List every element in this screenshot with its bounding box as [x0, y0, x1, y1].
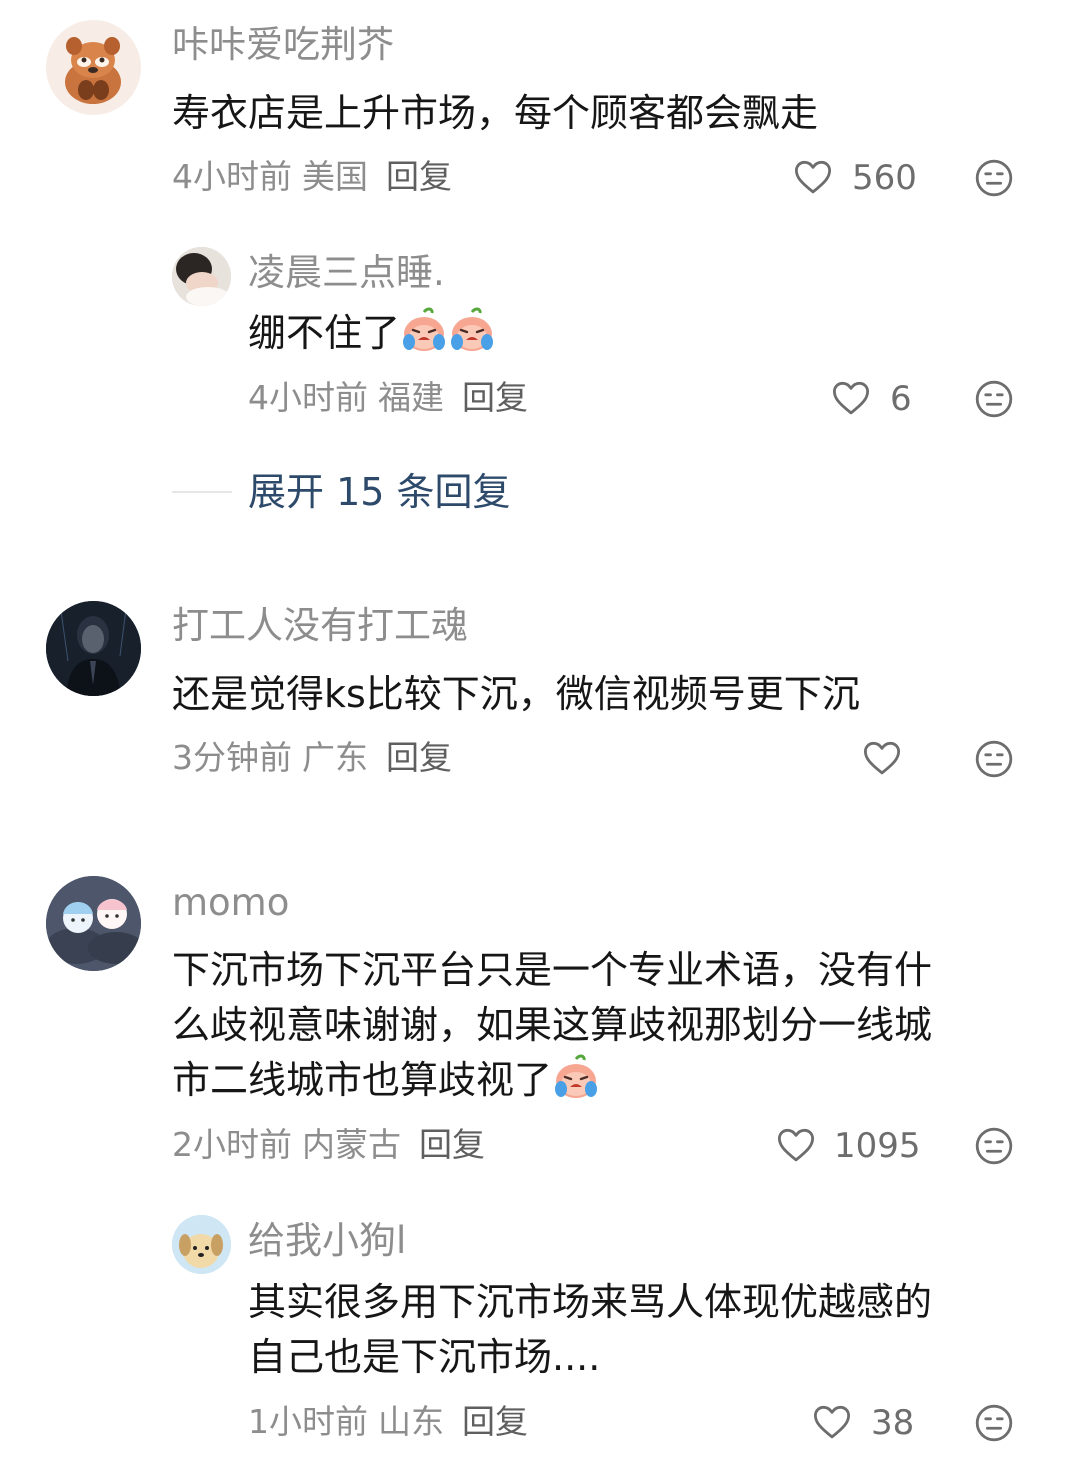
heart-outline-icon: [863, 741, 901, 775]
comment-text-line: 么歧视意味谢谢，如果这算歧视那划分一线城: [172, 1003, 933, 1047]
meh-face-icon: [975, 740, 1013, 778]
dislike-button[interactable]: [973, 1125, 1015, 1167]
dislike-button[interactable]: [973, 738, 1015, 780]
heart-outline-icon: [777, 1128, 815, 1162]
comment-meta: 2小时前 内蒙古 回复: [172, 1128, 485, 1161]
avatar[interactable]: [172, 1215, 231, 1274]
comment-time: 3分钟前: [172, 738, 292, 777]
reply-button[interactable]: 回复: [419, 1125, 485, 1164]
like-count: 1095: [834, 1126, 921, 1166]
reply-time: 1小时前: [248, 1402, 368, 1441]
reply-text-content: 绷不住了: [248, 311, 401, 355]
avatar[interactable]: [172, 247, 231, 306]
avatar[interactable]: [46, 601, 141, 696]
crying-peach-emoji: [448, 306, 496, 369]
dislike-button[interactable]: [973, 157, 1015, 199]
reply-text: 绷不住了: [248, 306, 496, 369]
crying-peach-emoji: [400, 306, 448, 369]
like-button[interactable]: [861, 737, 903, 779]
reply-text: 其实很多用下沉市场来骂人体现优越感的 自己也是下沉市场....: [248, 1275, 1048, 1385]
like-count: 6: [890, 379, 912, 419]
like-count: 560: [852, 158, 917, 198]
meh-face-icon: [975, 159, 1013, 197]
reply-button[interactable]: 回复: [386, 157, 452, 196]
reply-button[interactable]: 回复: [386, 738, 452, 777]
reply-location: 山东: [378, 1402, 444, 1441]
comment-meta: 4小时前 美国 回复: [172, 160, 452, 193]
reply-button[interactable]: 回复: [462, 378, 528, 417]
reply-location: 福建: [378, 378, 444, 417]
comment-text-line: 下沉市场下沉平台只是一个专业术语，没有什: [172, 948, 933, 992]
expand-divider: [172, 491, 232, 493]
avatar[interactable]: [46, 876, 141, 971]
like-button[interactable]: [811, 1401, 853, 1443]
avatar[interactable]: [46, 20, 141, 115]
meh-face-icon: [975, 380, 1013, 418]
reply-text-line: 自己也是下沉市场....: [248, 1335, 601, 1379]
comment-meta: 3分钟前 广东 回复: [172, 741, 452, 774]
reply-username[interactable]: 凌晨三点睡.: [248, 254, 445, 291]
comment-location: 广东: [302, 738, 368, 777]
comment-time: 2小时前: [172, 1125, 292, 1164]
like-button[interactable]: [792, 156, 834, 198]
comment-location: 内蒙古: [302, 1125, 401, 1164]
reply-button[interactable]: 回复: [462, 1402, 528, 1441]
heart-outline-icon: [813, 1405, 851, 1439]
comment-username[interactable]: 打工人没有打工魂: [172, 607, 468, 644]
reply-username[interactable]: 给我小狗l: [248, 1222, 406, 1259]
dislike-button[interactable]: [973, 378, 1015, 420]
reply-meta: 4小时前 福建 回复: [248, 381, 528, 414]
comment-username[interactable]: 咔咔爱吃荆芥: [172, 26, 394, 63]
comment-text: 下沉市场下沉平台只是一个专业术语，没有什 么歧视意味谢谢，如果这算歧视那划分一线…: [172, 943, 1052, 1116]
crying-peach-emoji: [552, 1053, 600, 1116]
reply-meta: 1小时前 山东 回复: [248, 1405, 528, 1438]
reply-text-line: 其实很多用下沉市场来骂人体现优越感的: [248, 1280, 933, 1324]
expand-replies-button[interactable]: 展开 15 条回复: [248, 473, 511, 511]
heart-outline-icon: [832, 381, 870, 415]
comment-text: 寿衣店是上升市场，每个顾客都会飘走: [172, 91, 819, 135]
comment-time: 4小时前: [172, 157, 292, 196]
meh-face-icon: [975, 1127, 1013, 1165]
comment-location: 美国: [302, 157, 368, 196]
heart-outline-icon: [794, 160, 832, 194]
comment-text: 还是觉得ks比较下沉，微信视频号更下沉: [172, 672, 860, 716]
comment-username[interactable]: momo: [172, 884, 289, 921]
meh-face-icon: [975, 1404, 1013, 1442]
like-button[interactable]: [775, 1124, 817, 1166]
like-count: 38: [871, 1403, 915, 1443]
dislike-button[interactable]: [973, 1402, 1015, 1444]
reply-time: 4小时前: [248, 378, 368, 417]
like-button[interactable]: [830, 377, 872, 419]
comment-text-line: 市二线城市也算歧视了: [172, 1058, 553, 1102]
